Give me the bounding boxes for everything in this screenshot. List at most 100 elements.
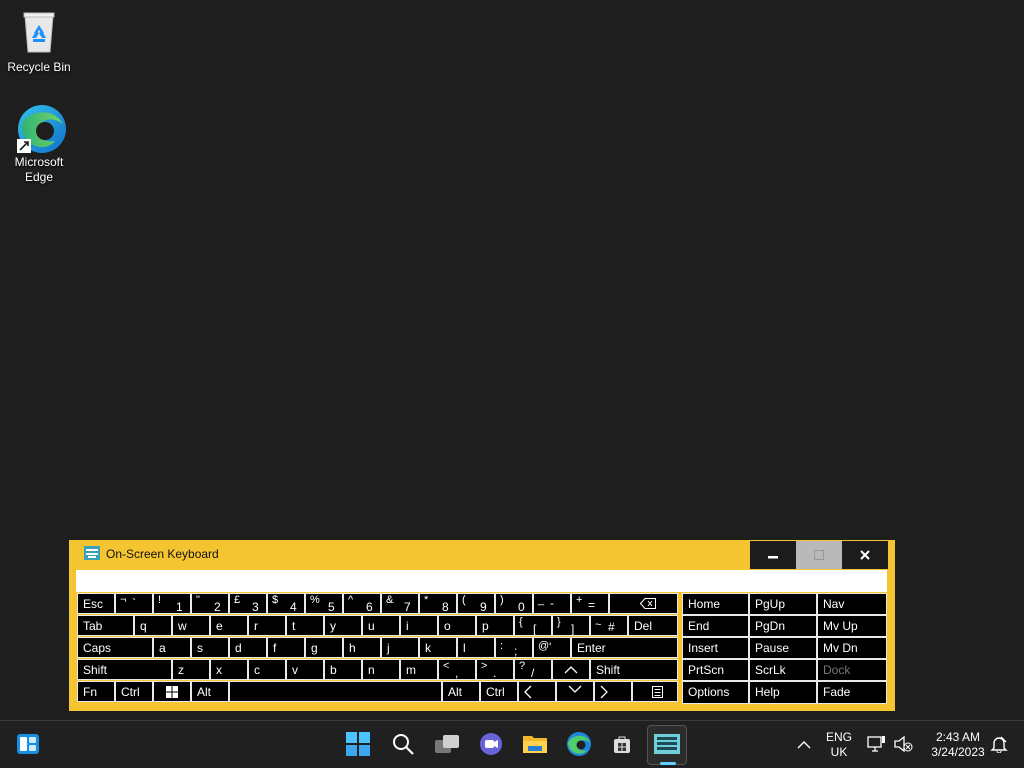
key-insert[interactable]: Insert bbox=[682, 637, 749, 659]
key-z[interactable]: z bbox=[172, 659, 210, 680]
key-0[interactable]: ) 0 bbox=[495, 593, 533, 614]
key-3[interactable]: £3 bbox=[229, 593, 267, 614]
key-1[interactable]: ! 1 bbox=[153, 593, 191, 614]
key-v[interactable]: v bbox=[286, 659, 324, 680]
key-p[interactable]: p bbox=[476, 615, 514, 636]
key-t[interactable]: t bbox=[286, 615, 324, 636]
key-backtick[interactable]: ¬ ` bbox=[115, 593, 153, 614]
key-i[interactable]: i bbox=[400, 615, 438, 636]
key-7[interactable]: & 7 bbox=[381, 593, 419, 614]
key-backspace[interactable] bbox=[609, 593, 678, 614]
key-j[interactable]: j bbox=[381, 637, 419, 658]
key-options[interactable]: Options bbox=[682, 681, 749, 704]
key-left-bracket[interactable]: {[ bbox=[514, 615, 552, 636]
key-menu[interactable] bbox=[632, 681, 678, 702]
file-explorer-button[interactable] bbox=[520, 729, 550, 759]
start-button[interactable] bbox=[343, 729, 373, 759]
key-move-down[interactable]: Mv Dn bbox=[817, 637, 887, 659]
key-right-bracket[interactable]: }] bbox=[552, 615, 590, 636]
teams-chat-button[interactable] bbox=[476, 729, 506, 759]
key-o[interactable]: o bbox=[438, 615, 476, 636]
key-8[interactable]: * 8 bbox=[419, 593, 457, 614]
key-enter[interactable]: Enter bbox=[571, 637, 678, 658]
key-esc[interactable]: Esc bbox=[77, 593, 115, 614]
key-prtscn[interactable]: PrtScn bbox=[682, 659, 749, 681]
key-move-up[interactable]: Mv Up bbox=[817, 615, 887, 637]
widgets-button[interactable] bbox=[13, 729, 43, 759]
key-arrow-right[interactable] bbox=[594, 681, 632, 702]
key-hash[interactable]: ~ # bbox=[590, 615, 628, 636]
key-ctrl-left[interactable]: Ctrl bbox=[115, 681, 153, 702]
key-home[interactable]: Home bbox=[682, 593, 749, 615]
key-f[interactable]: f bbox=[267, 637, 305, 658]
key-del[interactable]: Del bbox=[628, 615, 678, 636]
key-d[interactable]: d bbox=[229, 637, 267, 658]
minimize-button[interactable] bbox=[750, 541, 796, 569]
key-l[interactable]: l bbox=[457, 637, 495, 658]
input-language-indicator[interactable]: ENG UK bbox=[820, 730, 858, 760]
key-minus[interactable]: _ - bbox=[533, 593, 571, 614]
key-slash[interactable]: ? / bbox=[514, 659, 552, 680]
key-equals[interactable]: + = bbox=[571, 593, 609, 614]
key-s[interactable]: s bbox=[191, 637, 229, 658]
key-b[interactable]: b bbox=[324, 659, 362, 680]
key-n[interactable]: n bbox=[362, 659, 400, 680]
key-end[interactable]: End bbox=[682, 615, 749, 637]
show-hidden-icons-button[interactable] bbox=[790, 729, 818, 759]
edge-taskbar-button[interactable] bbox=[564, 729, 594, 759]
key-h[interactable]: h bbox=[343, 637, 381, 658]
key-windows[interactable] bbox=[153, 681, 191, 702]
task-view-button[interactable] bbox=[432, 729, 462, 759]
key-fade[interactable]: Fade bbox=[817, 681, 887, 704]
close-button[interactable] bbox=[842, 541, 888, 569]
key-g[interactable]: g bbox=[305, 637, 343, 658]
key-semicolon[interactable]: :; bbox=[495, 637, 533, 658]
key-ctrl-right[interactable]: Ctrl bbox=[480, 681, 518, 702]
key-fn[interactable]: Fn bbox=[77, 681, 115, 702]
maximize-button[interactable] bbox=[796, 541, 842, 569]
key-pgup[interactable]: PgUp bbox=[749, 593, 817, 615]
key-tab[interactable]: Tab bbox=[77, 615, 134, 636]
key-alt-left[interactable]: Alt bbox=[191, 681, 229, 702]
osk-taskbar-button[interactable] bbox=[647, 725, 687, 765]
osk-text-area[interactable] bbox=[76, 570, 887, 592]
key-nav[interactable]: Nav bbox=[817, 593, 887, 615]
search-button[interactable] bbox=[388, 729, 418, 759]
key-arrow-up[interactable] bbox=[552, 659, 590, 680]
key-alt-right[interactable]: Alt bbox=[442, 681, 480, 702]
key-5[interactable]: % 5 bbox=[305, 593, 343, 614]
key-pause[interactable]: Pause bbox=[749, 637, 817, 659]
key-k[interactable]: k bbox=[419, 637, 457, 658]
key-arrow-left[interactable] bbox=[518, 681, 556, 702]
key-c[interactable]: c bbox=[248, 659, 286, 680]
key-e[interactable]: e bbox=[210, 615, 248, 636]
desktop-icon-recycle-bin[interactable]: Recycle Bin bbox=[1, 8, 77, 75]
key-apostrophe[interactable]: @ ' bbox=[533, 637, 571, 658]
osk-titlebar[interactable]: On-Screen Keyboard bbox=[69, 540, 895, 569]
key-q[interactable]: q bbox=[134, 615, 172, 636]
key-period[interactable]: >. bbox=[476, 659, 514, 680]
key-6[interactable]: ^ 6 bbox=[343, 593, 381, 614]
notifications-button[interactable] bbox=[984, 729, 1014, 759]
key-u[interactable]: u bbox=[362, 615, 400, 636]
volume-button[interactable] bbox=[888, 729, 918, 759]
key-space[interactable] bbox=[229, 681, 442, 702]
key-shift-right[interactable]: Shift bbox=[590, 659, 678, 680]
key-pgdn[interactable]: PgDn bbox=[749, 615, 817, 637]
key-scrlk[interactable]: ScrLk bbox=[749, 659, 817, 681]
key-help[interactable]: Help bbox=[749, 681, 817, 704]
key-x[interactable]: x bbox=[210, 659, 248, 680]
key-a[interactable]: a bbox=[153, 637, 191, 658]
desktop-icon-microsoft-edge[interactable]: Microsoft Edge bbox=[1, 103, 77, 185]
key-y[interactable]: y bbox=[324, 615, 362, 636]
key-arrow-down[interactable] bbox=[556, 681, 594, 702]
store-button[interactable] bbox=[607, 729, 637, 759]
key-shift-left[interactable]: Shift bbox=[77, 659, 172, 680]
key-r[interactable]: r bbox=[248, 615, 286, 636]
key-4[interactable]: $4 bbox=[267, 593, 305, 614]
key-comma[interactable]: <, bbox=[438, 659, 476, 680]
key-w[interactable]: w bbox=[172, 615, 210, 636]
key-caps[interactable]: Caps bbox=[77, 637, 153, 658]
key-2[interactable]: " 2 bbox=[191, 593, 229, 614]
key-m[interactable]: m bbox=[400, 659, 438, 680]
